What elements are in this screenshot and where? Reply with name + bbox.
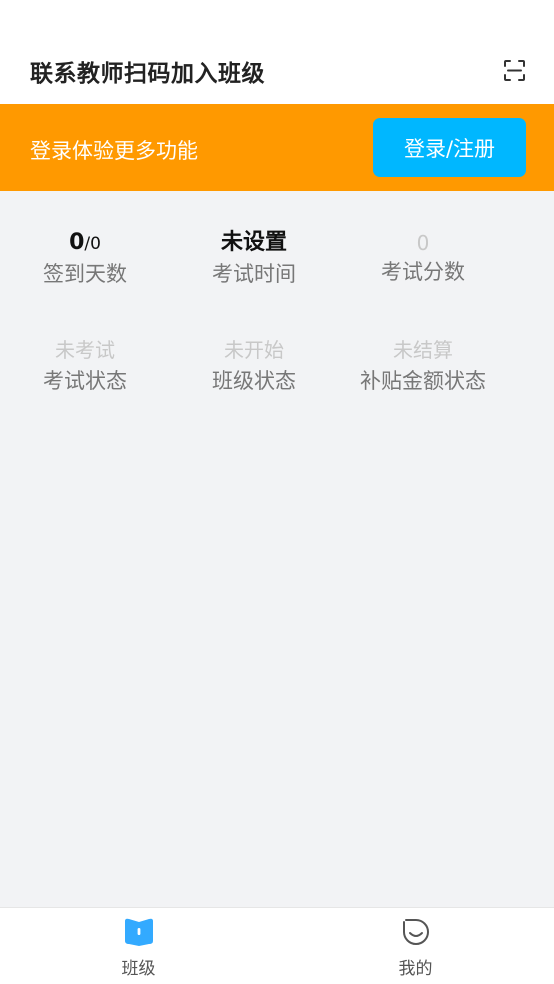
nav-item-mine[interactable]: 我的 [277,908,554,984]
exam-score-label: 考试分数 [381,260,465,284]
stat-subsidy-status: 未结算 补贴金额状态 [338,336,508,394]
exam-time-value: 未设置 [220,230,287,255]
page: 联系教师扫码加入班级 登录体验更多功能 登录/注册 0/0 签到天数 未设置 考… [0,0,554,984]
header: 联系教师扫码加入班级 [0,0,554,104]
login-banner: 登录体验更多功能 登录/注册 [0,104,554,191]
nav-label-mine: 我的 [398,959,433,979]
exam-status-label: 考试状态 [43,369,127,393]
subsidy-status-label: 补贴金额状态 [360,369,486,393]
class-status-value: 未开始 [224,338,284,362]
page-title: 联系教师扫码加入班级 [30,61,265,87]
login-register-button[interactable]: 登录/注册 [373,118,526,177]
stat-exam-score: 0 考试分数 [338,229,508,285]
stat-class-status: 未开始 班级状态 [169,336,339,394]
smile-face-icon [400,916,432,948]
signin-days-label: 签到天数 [43,262,127,286]
stat-signin-days: 0/0 签到天数 [0,229,170,287]
bottom-nav: 班级 我的 [0,907,554,984]
exam-status-value: 未考试 [55,338,115,362]
exam-score-value: 0 [416,231,430,255]
login-prompt-text: 登录体验更多功能 [30,139,198,163]
nav-item-class[interactable]: 班级 [0,908,277,984]
exam-time-label: 考试时间 [212,262,296,286]
stat-exam-time: 未设置 考试时间 [169,229,339,287]
scan-icon[interactable] [503,59,526,82]
class-status-label: 班级状态 [212,369,296,393]
signin-days-value: 0/0 [69,230,101,255]
nav-label-class: 班级 [121,959,156,979]
stat-exam-status: 未考试 考试状态 [0,336,170,394]
book-icon [123,916,155,948]
subsidy-status-value: 未结算 [393,338,453,362]
